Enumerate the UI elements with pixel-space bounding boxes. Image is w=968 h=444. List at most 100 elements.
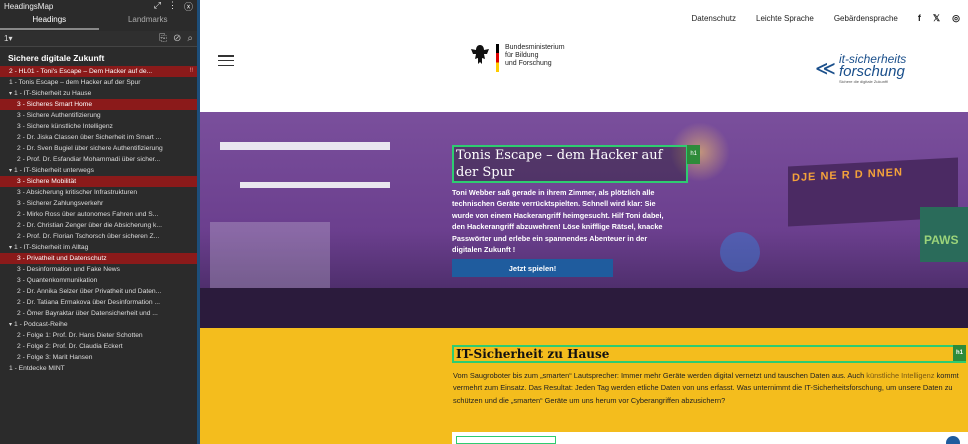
panel-tabs: Headings Landmarks [0, 12, 197, 30]
nav-gebaerdensprache[interactable]: Gebärdensprache [834, 14, 898, 23]
shelf-graphic [220, 142, 390, 150]
heading-item[interactable]: 3 - Sichere künstliche Intelligenz [0, 121, 197, 132]
shelf-graphic [240, 182, 390, 188]
hide-icon[interactable]: ⊘ [173, 33, 181, 44]
heading-item[interactable]: 2 - Prof. Dr. Florian Tschorsch über sic… [0, 231, 197, 242]
tab-landmarks[interactable]: Landmarks [99, 12, 198, 30]
nav-datenschutz[interactable]: Datenschutz [692, 14, 736, 23]
hero-card: Tonis Escape – dem Hacker auf der Spur h… [452, 145, 700, 278]
heading-item[interactable]: 3 - Quantenkommunikation [0, 275, 197, 286]
top-navigation: Datenschutz Leichte Sprache Gebärdenspra… [692, 13, 960, 24]
heading-item[interactable]: 3 - Privatheit und Datenschutz [0, 253, 197, 264]
heading-item[interactable]: 2 - Dr. Annika Selzer über Privatheit un… [0, 286, 197, 297]
heading-item[interactable]: 2 - Mirko Ross über autonomes Fahren und… [0, 209, 197, 220]
heading-item-label: 2 - Dr. Jiska Classen über Sicherheit im… [17, 134, 162, 141]
heading-item-label: 1 - IT-Sicherheit im Alltag [14, 244, 89, 251]
hero-banner: DJE NE R D NNEN PAWS Tonis Escape – dem … [200, 112, 968, 328]
heading-item-label: 2 - Prof. Dr. Esfandiar Mohammadi über s… [17, 156, 161, 163]
headingsmap-panel: HeadingsMap ⤢ ⋮ ⓧ Headings Landmarks 1▾ … [0, 0, 197, 444]
heading-item-label: 3 - Sichere Mobilität [17, 178, 77, 185]
heading-item[interactable]: ▾ 1 - Podcast-Reihe [0, 319, 197, 330]
bmbf-text: Bundesministerium für Bildung und Forsch… [505, 44, 565, 67]
it-sicherheitsforschung-logo[interactable]: ≪ it-sicherheits forschung Sichere die d… [815, 53, 906, 84]
close-icon[interactable]: ⓧ [184, 0, 193, 13]
heading-item[interactable]: 2 - Folge 2: Prof. Dr. Claudia Eckert [0, 341, 197, 352]
headings-tree: 2 - HL01 - Toni's Escape – Dem Hacker au… [0, 66, 197, 374]
heading-item-label: 3 - Sichere Authentifizierung [17, 112, 101, 119]
heading-item[interactable]: 2 - Dr. Jiska Classen über Sicherheit im… [0, 132, 197, 143]
instagram-icon[interactable]: ◎ [952, 13, 960, 24]
card-button[interactable] [946, 436, 960, 444]
heading-item[interactable]: 2 - Folge 1: Prof. Dr. Hans Dieter Schot… [0, 330, 197, 341]
heading-item-label: 3 - Quantenkommunikation [17, 277, 98, 284]
x-icon[interactable]: 𝕏 [933, 13, 940, 24]
heading-item-label: 2 - Dr. Tatiana Ermakova über Desinforma… [17, 299, 160, 306]
nav-leichte-sprache[interactable]: Leichte Sprache [756, 14, 814, 23]
heading-item[interactable]: ▾ 1 - IT-Sicherheit zu Hause [0, 88, 197, 99]
heading-item[interactable]: 2 - Prof. Dr. Esfandiar Mohammadi über s… [0, 154, 197, 165]
heading-item-label: 2 - Ömer Bayraktar über Datensicherheit … [17, 310, 158, 317]
play-button[interactable]: Jetzt spielen! [452, 259, 613, 278]
heading-item[interactable]: 2 - Ömer Bayraktar über Datensicherheit … [0, 308, 197, 319]
heading-item[interactable]: 2 - HL01 - Toni's Escape – Dem Hacker au… [0, 66, 197, 77]
document-title: Sichere digitale Zukunft [8, 53, 105, 63]
eagle-icon [470, 44, 490, 66]
heading-item-label: 2 - HL01 - Toni's Escape – Dem Hacker au… [9, 68, 153, 75]
tab-headings[interactable]: Headings [0, 12, 99, 30]
heading-item-label: 3 - Privatheit und Datenschutz [17, 255, 107, 262]
heading-item-label: 3 - Sichere künstliche Intelligenz [17, 123, 113, 130]
more-options-icon[interactable]: ⋮ [168, 0, 177, 13]
heading-item[interactable]: 1 - Entdecke MINT [0, 363, 197, 374]
content-card [452, 432, 968, 444]
heading-item[interactable]: 3 - Sicherer Zahlungsverkehr [0, 198, 197, 209]
heading-item-label: 2 - Folge 2: Prof. Dr. Claudia Eckert [17, 343, 123, 350]
heading-item[interactable]: 2 - Folge 3: Marit Hansen [0, 352, 197, 363]
heading-item[interactable]: 3 - Desinformation und Fake News [0, 264, 197, 275]
panel-header: HeadingsMap ⤢ ⋮ ⓧ [0, 0, 197, 12]
website-viewport: Datenschutz Leichte Sprache Gebärdenspra… [200, 0, 968, 444]
copy-icon[interactable]: ⎘ [159, 33, 167, 44]
level-select[interactable]: 1▾ [4, 34, 12, 43]
panel-title: HeadingsMap [4, 1, 54, 11]
menu-icon[interactable] [218, 55, 234, 66]
heading-item-label: 3 - Sicheres Smart Home [17, 101, 93, 108]
caret-down-icon[interactable]: ▾ [9, 91, 12, 97]
poster-graphic: PAWS [920, 207, 968, 262]
heading-item-label: 1 - Tonis Escape – dem Hacker auf der Sp… [9, 79, 141, 86]
caret-down-icon[interactable]: ▾ [9, 245, 12, 251]
logo-mark-icon: ≪ [815, 58, 836, 80]
caret-down-icon[interactable]: ▾ [9, 168, 12, 174]
heading-item-label: 1 - Entdecke MINT [9, 365, 65, 372]
pin-icon[interactable]: ⤢ [154, 0, 161, 13]
heading-item-label: 2 - Folge 1: Prof. Dr. Hans Dieter Schot… [17, 332, 143, 339]
device-glow [720, 232, 760, 272]
heading-item[interactable]: 3 - Absicherung kritischer Infrastruktur… [0, 187, 197, 198]
floor-graphic [200, 288, 968, 328]
heading-item-label: 3 - Desinformation und Fake News [17, 266, 120, 273]
panel-toolbar: 1▾ ⎘ ⊘ ⌕ [0, 31, 197, 47]
heading-item[interactable]: 2 - Dr. Sven Bugiel über sichere Authent… [0, 143, 197, 154]
heading-item-label: 2 - Mirko Ross über autonomes Fahren und… [17, 211, 159, 218]
flag-bar [496, 44, 499, 72]
heading-item-label: 1 - IT-Sicherheit zu Hause [14, 90, 92, 97]
search-icon[interactable]: ⌕ [187, 33, 193, 44]
heading-item-label: 2 - Dr. Christian Zenger über die Absich… [17, 222, 162, 229]
heading-item[interactable]: 3 - Sichere Mobilität [0, 176, 197, 187]
heading-item[interactable]: 3 - Sichere Authentifizierung [0, 110, 197, 121]
heading-item[interactable]: 2 - Dr. Christian Zenger über die Absich… [0, 220, 197, 231]
facebook-icon[interactable]: f [918, 13, 921, 24]
heading-item[interactable]: 1 - Tonis Escape – dem Hacker auf der Sp… [0, 77, 197, 88]
heading-item-label: 2 - Dr. Sven Bugiel über sichere Authent… [17, 145, 163, 152]
heading-item[interactable]: ▾ 1 - IT-Sicherheit unterwegs [0, 165, 197, 176]
heading-item[interactable]: ▾ 1 - IT-Sicherheit im Alltag [0, 242, 197, 253]
heading-item-label: 2 - Folge 3: Marit Hansen [17, 354, 93, 361]
ki-link[interactable]: künstliche Intelligenz [866, 371, 934, 380]
heading-item-label: 3 - Sicherer Zahlungsverkehr [17, 200, 104, 207]
caret-down-icon[interactable]: ▾ [9, 322, 12, 328]
heading-item-label: 2 - Dr. Annika Selzer über Privatheit un… [17, 288, 162, 295]
heading-item[interactable]: 3 - Sicheres Smart Home [0, 99, 197, 110]
bmbf-logo[interactable]: Bundesministerium für Bildung und Forsch… [470, 44, 565, 72]
h1-badge: h1 [687, 145, 700, 164]
h1-badge: h1 [952, 345, 966, 361]
heading-item[interactable]: 2 - Dr. Tatiana Ermakova über Desinforma… [0, 297, 197, 308]
